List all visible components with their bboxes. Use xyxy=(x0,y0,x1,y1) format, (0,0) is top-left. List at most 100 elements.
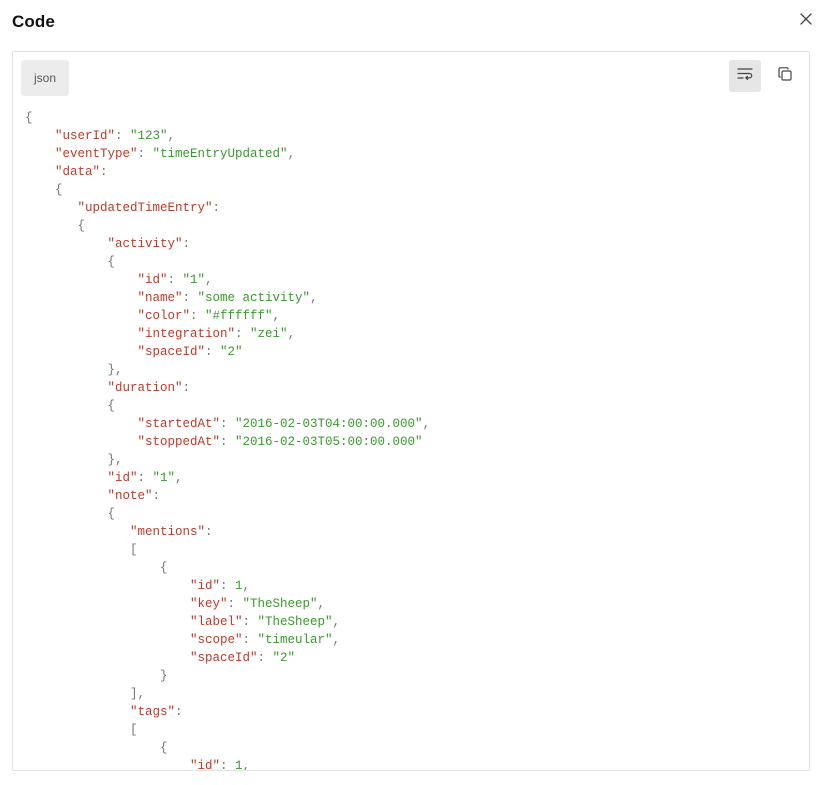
json-punctuation: : xyxy=(182,237,191,251)
code-line: [ xyxy=(25,721,430,739)
json-punctuation: , xyxy=(332,633,341,647)
code-line: "scope": "timeular", xyxy=(25,631,430,649)
json-punctuation: : xyxy=(242,633,258,647)
json-punctuation: , xyxy=(422,417,431,431)
json-punctuation: : xyxy=(212,201,221,215)
json-punctuation: { xyxy=(25,111,33,125)
json-key: "id" xyxy=(190,579,221,593)
copy-icon xyxy=(776,65,794,88)
json-key: "color" xyxy=(137,309,191,323)
json-punctuation: : xyxy=(227,597,243,611)
json-number: 1 xyxy=(235,579,243,593)
json-punctuation: [ xyxy=(130,543,138,557)
json-key: "label" xyxy=(190,615,243,629)
json-punctuation: : xyxy=(235,327,251,341)
json-punctuation: : xyxy=(220,435,236,449)
code-panel: json {"userId": "123", "eventType": "time… xyxy=(12,51,810,771)
code-line: "activity": xyxy=(25,235,430,253)
json-punctuation: }, xyxy=(107,453,123,467)
json-punctuation: { xyxy=(107,507,116,521)
json-string: "#ffffff" xyxy=(205,309,273,323)
json-punctuation: : xyxy=(220,759,236,771)
json-key: "duration" xyxy=(107,381,183,395)
code-line: "startedAt": "2016-02-03T04:00:00.000", xyxy=(25,415,431,433)
json-string: "1" xyxy=(152,471,176,485)
code-line: "eventType": "timeEntryUpdated", xyxy=(25,145,430,163)
json-key: "stoppedAt" xyxy=(137,435,221,449)
json-punctuation: , xyxy=(287,147,296,161)
json-punctuation: : xyxy=(220,579,236,593)
json-string: "123" xyxy=(130,129,168,143)
json-punctuation: ], xyxy=(130,687,146,701)
json-string: "TheSheep" xyxy=(257,615,333,629)
code-line: }, xyxy=(25,361,430,379)
json-punctuation: } xyxy=(160,669,168,683)
json-punctuation: : xyxy=(100,165,108,179)
json-punctuation: , xyxy=(175,471,183,485)
code-line: "updatedTimeEntry": xyxy=(25,199,430,217)
code-line: }, xyxy=(25,451,430,469)
code-line: "stoppedAt": "2016-02-03T05:00:00.000" xyxy=(25,433,430,451)
json-key: "note" xyxy=(107,489,153,503)
code-line: "note": xyxy=(25,487,430,505)
json-key: "key" xyxy=(190,597,228,611)
wrap-lines-button[interactable] xyxy=(729,60,761,92)
json-punctuation: : xyxy=(205,345,221,359)
json-punctuation: : xyxy=(137,147,153,161)
json-string: "2" xyxy=(220,345,243,359)
json-punctuation: }, xyxy=(107,363,123,377)
json-punctuation: : xyxy=(257,651,273,665)
json-punctuation: : xyxy=(137,471,153,485)
dialog-header: Code xyxy=(12,0,812,42)
json-key: "id" xyxy=(190,759,221,771)
code-line: "id": "1", xyxy=(25,469,430,487)
copy-button[interactable] xyxy=(769,60,801,92)
json-string: "timeEntryUpdated" xyxy=(152,147,288,161)
code-line: [ xyxy=(25,541,430,559)
json-string: "2016-02-03T04:00:00.000" xyxy=(235,417,423,431)
json-punctuation: { xyxy=(160,741,168,755)
json-punctuation: : xyxy=(205,525,213,539)
code-line: "duration": xyxy=(25,379,430,397)
json-punctuation: : xyxy=(152,489,161,503)
code-line: } xyxy=(25,667,430,685)
json-punctuation: { xyxy=(160,561,168,575)
json-key: "data" xyxy=(55,165,101,179)
json-key: "userId" xyxy=(55,129,116,143)
close-button[interactable] xyxy=(796,9,816,29)
code-line: { xyxy=(25,109,430,127)
json-punctuation: : xyxy=(175,705,183,719)
code-line: "label": "TheSheep", xyxy=(25,613,430,631)
dialog-title: Code xyxy=(12,12,55,31)
json-key: "id" xyxy=(137,273,168,287)
json-key: "updatedTimeEntry" xyxy=(77,201,213,215)
json-punctuation: , xyxy=(167,129,176,143)
json-punctuation: , xyxy=(242,759,251,771)
code-line: ], xyxy=(25,685,430,703)
json-punctuation: , xyxy=(242,579,251,593)
code-line: "id": "1", xyxy=(25,271,430,289)
code-line: "id": 1, xyxy=(25,577,430,595)
code-block: {"userId": "123", "eventType": "timeEntry… xyxy=(25,109,431,771)
json-string: "some activity" xyxy=(197,291,311,305)
json-punctuation: : xyxy=(167,273,183,287)
code-line: "mentions": xyxy=(25,523,430,541)
code-line: "spaceId": "2" xyxy=(25,343,430,361)
code-line: "data": xyxy=(25,163,430,181)
json-key: "activity" xyxy=(107,237,183,251)
json-key: "spaceId" xyxy=(137,345,206,359)
code-line: "userId": "123", xyxy=(25,127,430,145)
code-line: "spaceId": "2" xyxy=(25,649,430,667)
code-line: "integration": "zei", xyxy=(25,325,430,343)
json-key: "tags" xyxy=(130,705,176,719)
json-key: "name" xyxy=(137,291,183,305)
json-string: "1" xyxy=(182,273,206,287)
close-icon xyxy=(796,9,816,29)
code-line: { xyxy=(25,505,430,523)
code-line: "id": 1, xyxy=(25,757,430,771)
json-punctuation: , xyxy=(317,597,326,611)
json-punctuation: , xyxy=(272,309,281,323)
json-string: "2016-02-03T05:00:00.000" xyxy=(235,435,423,449)
json-string: "2" xyxy=(272,651,296,665)
json-key: "scope" xyxy=(190,633,243,647)
